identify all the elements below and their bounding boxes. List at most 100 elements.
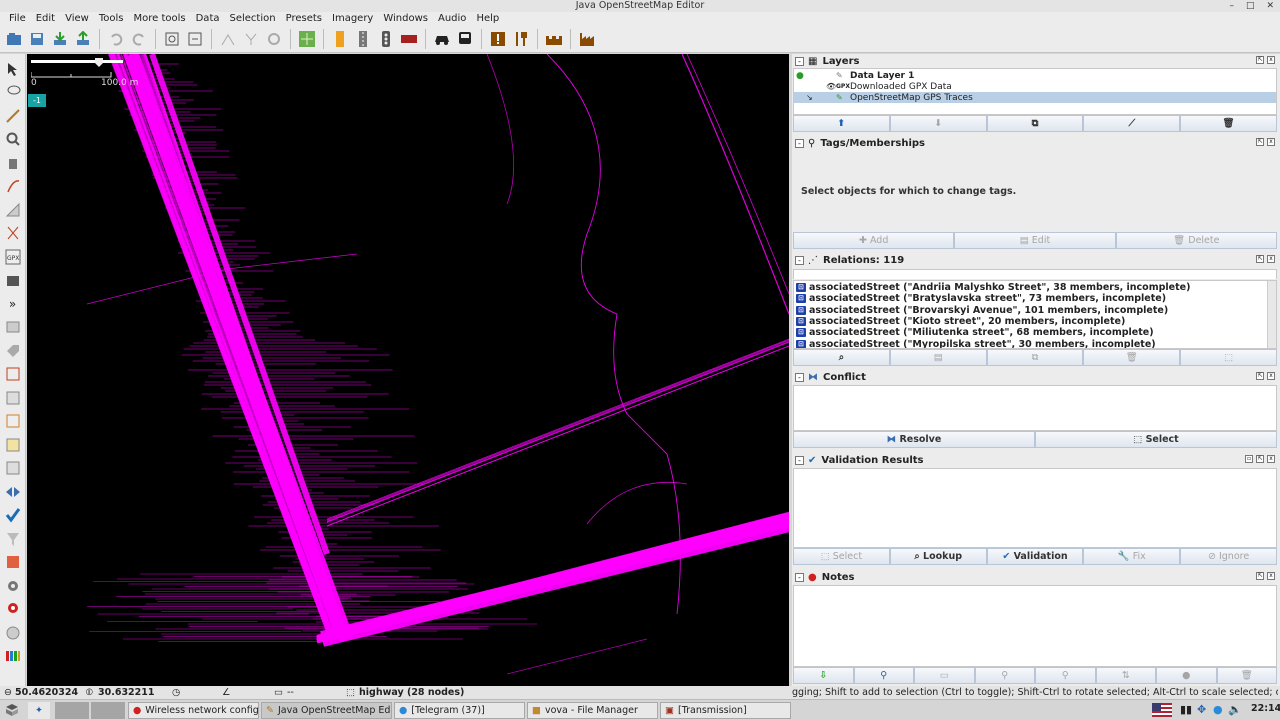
validation-toggle-icon[interactable] bbox=[2, 505, 24, 527]
relation-item[interactable]: ⊡ associatedStreet ("Bratyslavska street"… bbox=[794, 293, 1276, 304]
combine-way-icon[interactable] bbox=[217, 28, 239, 50]
notes-header[interactable]: - ● Notes ⇱ x bbox=[792, 571, 1278, 584]
relations-filter-field[interactable] bbox=[793, 269, 1277, 279]
validation-select-button[interactable]: ⬚ Select bbox=[793, 548, 890, 565]
task-transmission[interactable]: ▣ [Transmission] bbox=[660, 702, 791, 719]
edit-relation-button[interactable]: ▤ bbox=[889, 349, 987, 366]
warning-sign-icon[interactable] bbox=[487, 28, 509, 50]
dropbox-icon[interactable]: ✥ bbox=[1197, 703, 1206, 716]
layers-header[interactable]: - ▦ Layers ⇱ x bbox=[792, 55, 1278, 68]
close-icon[interactable]: ✕ bbox=[1266, 0, 1274, 12]
volume-icon[interactable]: 🔈 bbox=[1228, 703, 1242, 716]
menu-presets[interactable]: Presets bbox=[281, 12, 327, 26]
validation-header[interactable]: - ✔ Validation Results ▫ ⇱ x bbox=[792, 454, 1278, 467]
conflict-toggle-icon[interactable] bbox=[2, 481, 24, 503]
move-down-button[interactable]: ⬇ bbox=[889, 115, 987, 132]
delete-tag-button[interactable]: 🗑 Delete bbox=[1115, 232, 1277, 249]
menu-data[interactable]: Data bbox=[191, 12, 225, 26]
settings-gear-icon[interactable] bbox=[2, 575, 24, 597]
task-josm[interactable]: ✎Java OpenStreetMap Editor bbox=[261, 702, 392, 719]
detach-icon[interactable]: ⇱ bbox=[1256, 572, 1264, 580]
traffic-light-icon[interactable] bbox=[375, 28, 397, 50]
layer-tool-button[interactable]: ⟋ bbox=[1083, 115, 1181, 132]
notes-extra-button[interactable]: 🗑 bbox=[1216, 667, 1277, 684]
select-conflict-button[interactable]: ⬚ Select bbox=[1035, 431, 1277, 448]
parallel-mode-icon[interactable] bbox=[2, 176, 24, 198]
improve-way-icon[interactable] bbox=[2, 199, 24, 221]
relation-item[interactable]: ⊡ associatedStreet ("Kioto street", 20 me… bbox=[794, 316, 1276, 327]
search-notes-button[interactable]: ● bbox=[1156, 667, 1217, 684]
task-wireless[interactable]: ●Wireless network configur... bbox=[128, 702, 259, 719]
split-way-icon[interactable] bbox=[240, 28, 262, 50]
collapse-icon[interactable]: - bbox=[795, 57, 804, 66]
lasso-mode-icon[interactable] bbox=[2, 82, 24, 104]
image-icon[interactable] bbox=[2, 434, 24, 456]
workspace-1[interactable] bbox=[55, 702, 89, 719]
save-icon[interactable] bbox=[26, 28, 48, 50]
layer-row[interactable]: ● ✎ Data Layer 1 bbox=[794, 70, 1276, 81]
start-menu-icon[interactable] bbox=[4, 703, 20, 717]
relation-item[interactable]: ⊡ associatedStreet ("Andriia Malyshko Str… bbox=[794, 282, 1276, 293]
panel-close-icon[interactable]: x bbox=[1267, 572, 1275, 580]
more-tools-icon[interactable]: » bbox=[2, 293, 24, 315]
comment-note-button[interactable]: ▭ bbox=[914, 667, 975, 684]
extrude-icon[interactable] bbox=[2, 223, 24, 245]
menu-imagery[interactable]: Imagery bbox=[327, 12, 378, 26]
zoom-mode-icon[interactable] bbox=[2, 129, 24, 151]
new-note-button[interactable]: ⚲ bbox=[853, 667, 914, 684]
visibility-eye-icon[interactable]: 👁 bbox=[826, 82, 836, 91]
upload-icon[interactable] bbox=[72, 28, 94, 50]
redo-icon[interactable] bbox=[128, 28, 150, 50]
settings-small-icon[interactable]: ▫ bbox=[1245, 455, 1253, 463]
zoom-slider[interactable] bbox=[31, 58, 131, 68]
ignore-button[interactable]: ⊘ Ignore bbox=[1180, 548, 1277, 565]
telegram-tray-icon[interactable]: ● bbox=[1213, 703, 1223, 716]
relations-scrollbar[interactable] bbox=[1267, 281, 1276, 348]
preset-road-orange-icon[interactable] bbox=[329, 28, 351, 50]
filter-icon[interactable] bbox=[2, 458, 24, 480]
edit-tag-button[interactable]: ▤ Edit bbox=[954, 232, 1116, 249]
menu-windows[interactable]: Windows bbox=[378, 12, 433, 26]
maximize-icon[interactable]: □ bbox=[1246, 0, 1255, 12]
layer-row-selected[interactable]: ↘ ✎ OpenStreetMap GPS Traces bbox=[794, 92, 1276, 103]
panel-close-icon[interactable]: x bbox=[1267, 372, 1275, 380]
relation-item[interactable]: ⊡ associatedStreet ("Miliutenka street", … bbox=[794, 327, 1276, 338]
layers-toggle-icon[interactable] bbox=[2, 317, 24, 339]
us-flag-icon[interactable] bbox=[1152, 703, 1172, 720]
collapse-icon[interactable]: - bbox=[795, 373, 804, 382]
open-file-icon[interactable] bbox=[3, 28, 25, 50]
color-bars-icon[interactable] bbox=[2, 646, 24, 668]
preferences-icon[interactable] bbox=[184, 28, 206, 50]
railway-icon[interactable] bbox=[398, 28, 420, 50]
select-members-button[interactable]: ⬚ bbox=[1180, 349, 1277, 366]
delete-layer-button[interactable]: 🗑 bbox=[1180, 115, 1277, 132]
menu-help[interactable]: Help bbox=[471, 12, 504, 26]
move-up-button[interactable]: ⬆ bbox=[793, 115, 890, 132]
relations-header[interactable]: - ⋰ Relations: 119 ⇱ x bbox=[792, 254, 1278, 267]
sort-notes-button[interactable]: ⇅ bbox=[1095, 667, 1156, 684]
delete-mode-icon[interactable] bbox=[2, 152, 24, 174]
detach-icon[interactable]: ⇱ bbox=[1256, 255, 1264, 263]
selection-list-icon[interactable] bbox=[2, 387, 24, 409]
menu-more-tools[interactable]: More tools bbox=[128, 12, 190, 26]
detach-icon[interactable]: ⇱ bbox=[1256, 138, 1264, 146]
map-paint-icon[interactable] bbox=[2, 552, 24, 574]
download-notes-button[interactable]: ⇩ bbox=[793, 667, 854, 684]
preset-road-gray-icon[interactable] bbox=[352, 28, 374, 50]
move-layer-icon[interactable]: ↘ bbox=[806, 93, 813, 102]
detach-icon[interactable]: ⇱ bbox=[1256, 372, 1264, 380]
filter-funnel-icon[interactable] bbox=[2, 528, 24, 550]
menu-selection[interactable]: Selection bbox=[225, 12, 281, 26]
panel-close-icon[interactable]: x bbox=[1267, 138, 1275, 146]
delete-relation-button[interactable]: 🗑 bbox=[1083, 349, 1181, 366]
draw-mode-icon[interactable] bbox=[2, 105, 24, 127]
building-icon[interactable] bbox=[2, 270, 24, 292]
duplicate-relation-button[interactable]: ⧉ bbox=[986, 349, 1084, 366]
network-icon[interactable]: ▮▮ bbox=[1180, 703, 1192, 716]
collapse-icon[interactable]: - bbox=[795, 456, 804, 465]
tags-toggle-icon[interactable] bbox=[2, 340, 24, 362]
castle-icon[interactable] bbox=[543, 28, 565, 50]
task-file-manager[interactable]: ■ vova - File Manager bbox=[527, 702, 658, 719]
history-icon[interactable] bbox=[2, 411, 24, 433]
detach-icon[interactable]: ⇱ bbox=[1256, 455, 1264, 463]
